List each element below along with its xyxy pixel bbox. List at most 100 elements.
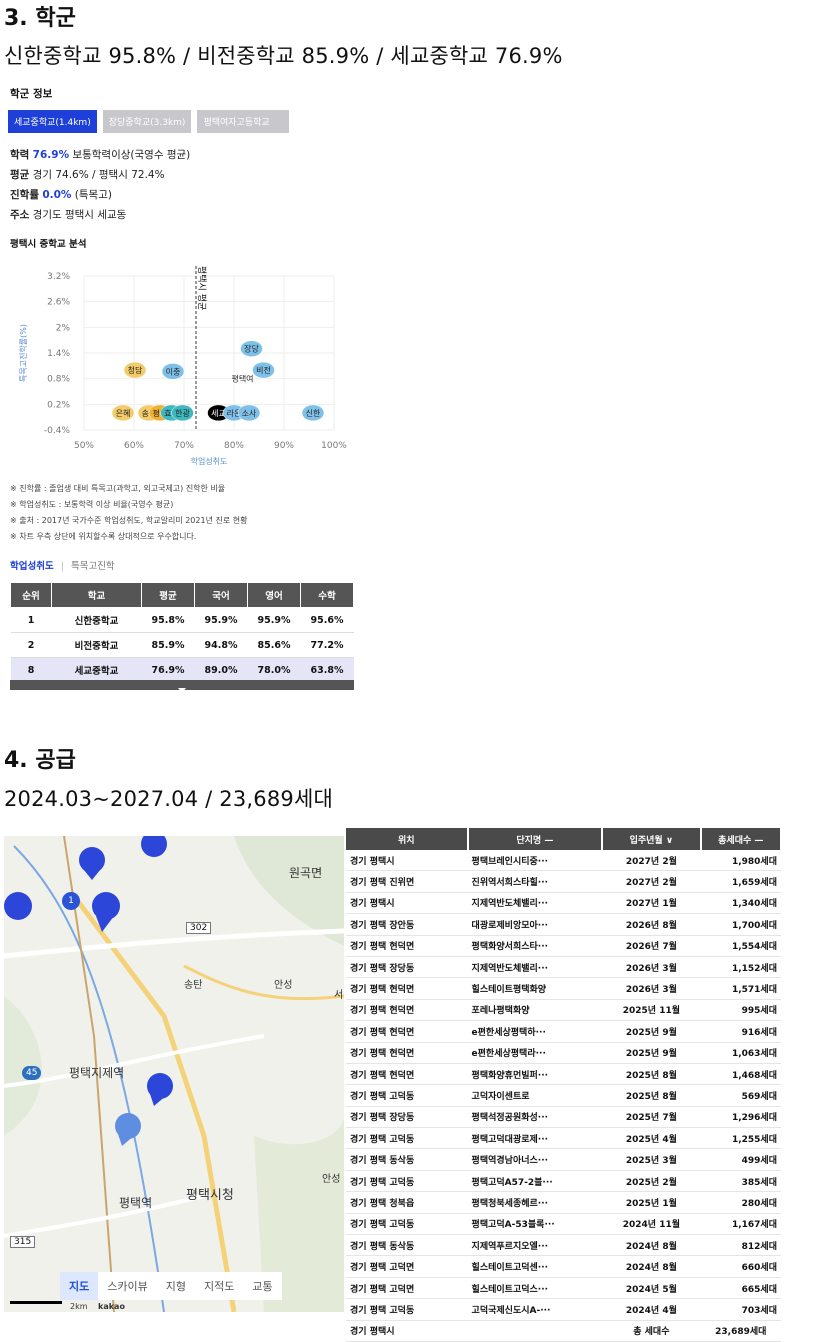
map-tab-terrain[interactable]: 지형	[157, 1272, 195, 1300]
cell: 1,700세대	[700, 913, 781, 936]
cell: 2	[10, 632, 52, 658]
cell: 77.2%	[300, 632, 354, 658]
advance-line: 진학률 0.0% (특목고)	[10, 187, 112, 202]
cell: 2026년 7월	[602, 935, 701, 957]
cell: 1,152세대	[700, 956, 781, 979]
cell: 경기 평택 진위면	[346, 870, 468, 893]
map-tab-cadastral[interactable]: 지적도	[195, 1272, 243, 1300]
address-value: 경기도 평택시 세교동	[32, 209, 127, 221]
cell: 평택청북세종헤르···	[467, 1191, 603, 1214]
map-scale-bar	[10, 1301, 62, 1304]
school-summary: 신한중학교 95.8% / 비전중학교 85.9% / 세교중학교 76.9%	[4, 44, 563, 68]
col-english: 영어	[247, 582, 301, 608]
table-row: 경기 평택 현덕면 힐스테이트평택화양 2026년 3월 1,571세대	[346, 977, 781, 1000]
cell: 2025년 1월	[602, 1191, 701, 1214]
cell: 812세대	[700, 1234, 781, 1257]
scatter-point-label: 평택여	[231, 374, 253, 384]
cell: 경기 평택 장당동	[346, 956, 468, 979]
map-pin-icon	[115, 1113, 141, 1146]
y-tick-label: 2.6%	[47, 298, 70, 308]
cell: 1,340세대	[700, 892, 781, 915]
cell: 1,167세대	[700, 1213, 781, 1236]
toggle-special-school[interactable]: 특목고진학	[71, 561, 115, 572]
x-tick-label: 90%	[274, 441, 294, 451]
cell: 63.8%	[300, 657, 354, 683]
map-pin-icon	[147, 1073, 173, 1106]
cell: 경기 평택 현덕면	[346, 999, 468, 1022]
cell: 280세대	[700, 1191, 781, 1214]
cell: 경기 평택 현덕면	[346, 977, 468, 1000]
table-row: 경기 평택 현덕면 평택화양서희스타··· 2026년 7월 1,554세대	[346, 935, 781, 957]
academic-desc: 보통학력이상(국영수 평균)	[72, 149, 191, 161]
cell: 고덕국제신도시A-···	[467, 1298, 603, 1321]
cell: 지제역반도체밸리···	[467, 956, 603, 979]
supply-section-title: 4. 공급	[4, 748, 76, 773]
map-tab-skyview[interactable]: 스카이뷰	[98, 1272, 156, 1300]
col-location[interactable]: 위치	[346, 828, 469, 850]
table-row: 경기 평택 동삭동 평택역경남아너스··· 2025년 3월 499세대	[346, 1148, 781, 1171]
cell: 2024년 8월	[602, 1234, 701, 1257]
map-tab-map[interactable]: 지도	[60, 1272, 99, 1300]
tab-school-3[interactable]: 평택여자고등학교	[197, 110, 290, 133]
toggle-achievement[interactable]: 학업성취도	[10, 561, 54, 572]
x-tick-label: 80%	[224, 441, 244, 451]
cell: 1	[10, 607, 52, 633]
cell: 경기 평택 청북읍	[346, 1191, 468, 1214]
map-pin-icon	[4, 892, 32, 920]
cell: 85.9%	[141, 632, 195, 658]
cell: 경기 평택시	[346, 850, 468, 872]
cell: 2027년 2월	[602, 870, 701, 893]
table-row: 경기 평택 고덕동 고덕국제신도시A-··· 2024년 4월 703세대	[346, 1298, 781, 1321]
supply-map[interactable]: 원곡면 송탄 안성 평택지제역 평택역 평택시청 안성 302 315 45 서…	[4, 836, 344, 1312]
tab-school-1[interactable]: 세교중학교(1.4km)	[8, 110, 97, 133]
col-households[interactable]: 총세대수 —	[700, 828, 783, 850]
cell: 평택고덕대광로제···	[467, 1127, 603, 1150]
table-expand-bar[interactable]	[10, 680, 354, 693]
cell: 995세대	[700, 999, 781, 1022]
cell: 포레나평택화양	[467, 999, 603, 1022]
y-tick-label: 1.4%	[47, 349, 70, 359]
advance-value: 0.0%	[42, 189, 72, 201]
cell: 경기 평택 고덕면	[346, 1277, 468, 1300]
cell: 95.6%	[300, 607, 354, 633]
school-rank-table: 순위 학교 평균 국어 영어 수학 1 신한중학교 95.8% 95.9% 95…	[10, 582, 354, 683]
table-row: 경기 평택 장당동 지제역반도체밸리··· 2026년 3월 1,152세대	[346, 956, 781, 979]
cell: 2024년 5월	[602, 1277, 701, 1300]
cell: 1,659세대	[700, 870, 781, 893]
map-tab-traffic[interactable]: 교통	[243, 1272, 281, 1300]
tab-school-2[interactable]: 장당중학교(3.3km)	[102, 110, 192, 133]
y-tick-label: 2%	[56, 323, 71, 333]
table-row-highlighted: 8 세교중학교 76.9% 89.0% 78.0% 63.8%	[10, 657, 354, 683]
cell: 비전중학교	[51, 632, 142, 658]
note-2: ※ 학업성취도 : 보통학력 이상 비율(국영수 평균)	[10, 500, 174, 509]
map-type-tabs: 지도 스카이뷰 지형 지적도 교통	[60, 1272, 282, 1300]
col-complex[interactable]: 단지명 —	[467, 828, 604, 850]
cell: 2025년 2월	[602, 1170, 701, 1193]
scatter-point-label: 이충	[166, 366, 181, 376]
x-tick-label: 100%	[321, 441, 347, 451]
cell: 2026년 3월	[602, 956, 701, 979]
cell: 평택역경남아너스···	[467, 1148, 603, 1171]
col-rank: 순위	[10, 582, 52, 608]
cell: 660세대	[700, 1255, 781, 1278]
cell: 신한중학교	[51, 607, 142, 633]
advance-desc: (특목고)	[74, 189, 112, 201]
col-move-in[interactable]: 입주년월 ∨	[602, 828, 702, 850]
cell: 경기 평택 현덕면	[346, 935, 468, 957]
cell: 2025년 4월	[602, 1127, 701, 1150]
map-brand: kakao	[98, 1302, 125, 1311]
cell: 2026년 8월	[602, 913, 701, 936]
x-tick-label: 50%	[74, 441, 94, 451]
cell: e편한세상평택하···	[467, 1020, 603, 1043]
cell: 경기 평택 동삭동	[346, 1148, 468, 1171]
school-tabs: 세교중학교(1.4km) 장당중학교(3.3km) 평택여자고등학교	[8, 110, 290, 133]
cell: 힐스테이트고덕센···	[467, 1255, 603, 1278]
scatter-point-label: 한광	[175, 408, 190, 418]
cell: 2024년 11월	[602, 1213, 701, 1236]
y-tick-label: 0.2%	[47, 400, 70, 410]
school-scatter-chart: 3.2% 2.6% 2% 1.4% 0.8% 0.2% -0.4%50% 60% 70% 80% 9…	[18, 266, 347, 466]
cell: 569세대	[700, 1084, 781, 1107]
average-line: 평균 경기 74.6% / 평택시 72.4%	[10, 167, 165, 182]
scatter-point-label: 은혜	[116, 409, 131, 418]
scatter-point-label: 장당	[244, 344, 259, 354]
